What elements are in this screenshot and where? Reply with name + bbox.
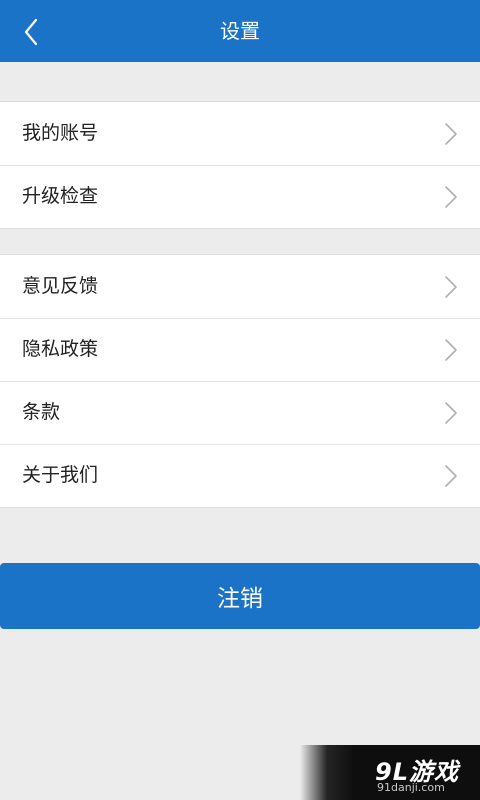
chevron-right-icon xyxy=(445,123,457,145)
chevron-right-icon xyxy=(445,402,457,424)
chevron-right-icon xyxy=(445,186,457,208)
settings-item-feedback[interactable]: 意见反馈 xyxy=(0,255,480,318)
settings-item-label: 关于我们 xyxy=(22,464,99,486)
chevron-right-icon xyxy=(445,339,457,361)
settings-item-label: 条款 xyxy=(22,401,61,423)
settings-group-account: 我的账号 升级检查 xyxy=(0,101,480,229)
watermark: 9L游戏 91danji.com xyxy=(300,745,480,800)
settings-item-label: 隐私政策 xyxy=(22,338,99,360)
chevron-right-icon xyxy=(445,276,457,298)
title-bar: 设置 xyxy=(0,0,480,62)
settings-item-my-account[interactable]: 我的账号 xyxy=(0,102,480,165)
settings-item-about-us[interactable]: 关于我们 xyxy=(0,444,480,507)
chevron-right-icon xyxy=(445,465,457,487)
page-title: 设置 xyxy=(220,19,260,43)
settings-item-label: 升级检查 xyxy=(22,185,99,207)
settings-item-privacy-policy[interactable]: 隐私政策 xyxy=(0,318,480,381)
settings-group-info: 意见反馈 隐私政策 条款 关于我们 xyxy=(0,254,480,508)
settings-item-terms[interactable]: 条款 xyxy=(0,381,480,444)
settings-item-upgrade-check[interactable]: 升级检查 xyxy=(0,165,480,228)
settings-item-label: 我的账号 xyxy=(22,122,99,144)
settings-item-label: 意见反馈 xyxy=(22,275,99,297)
logout-button[interactable]: 注销 xyxy=(0,563,480,629)
watermark-domain: 91danji.com xyxy=(377,781,445,794)
